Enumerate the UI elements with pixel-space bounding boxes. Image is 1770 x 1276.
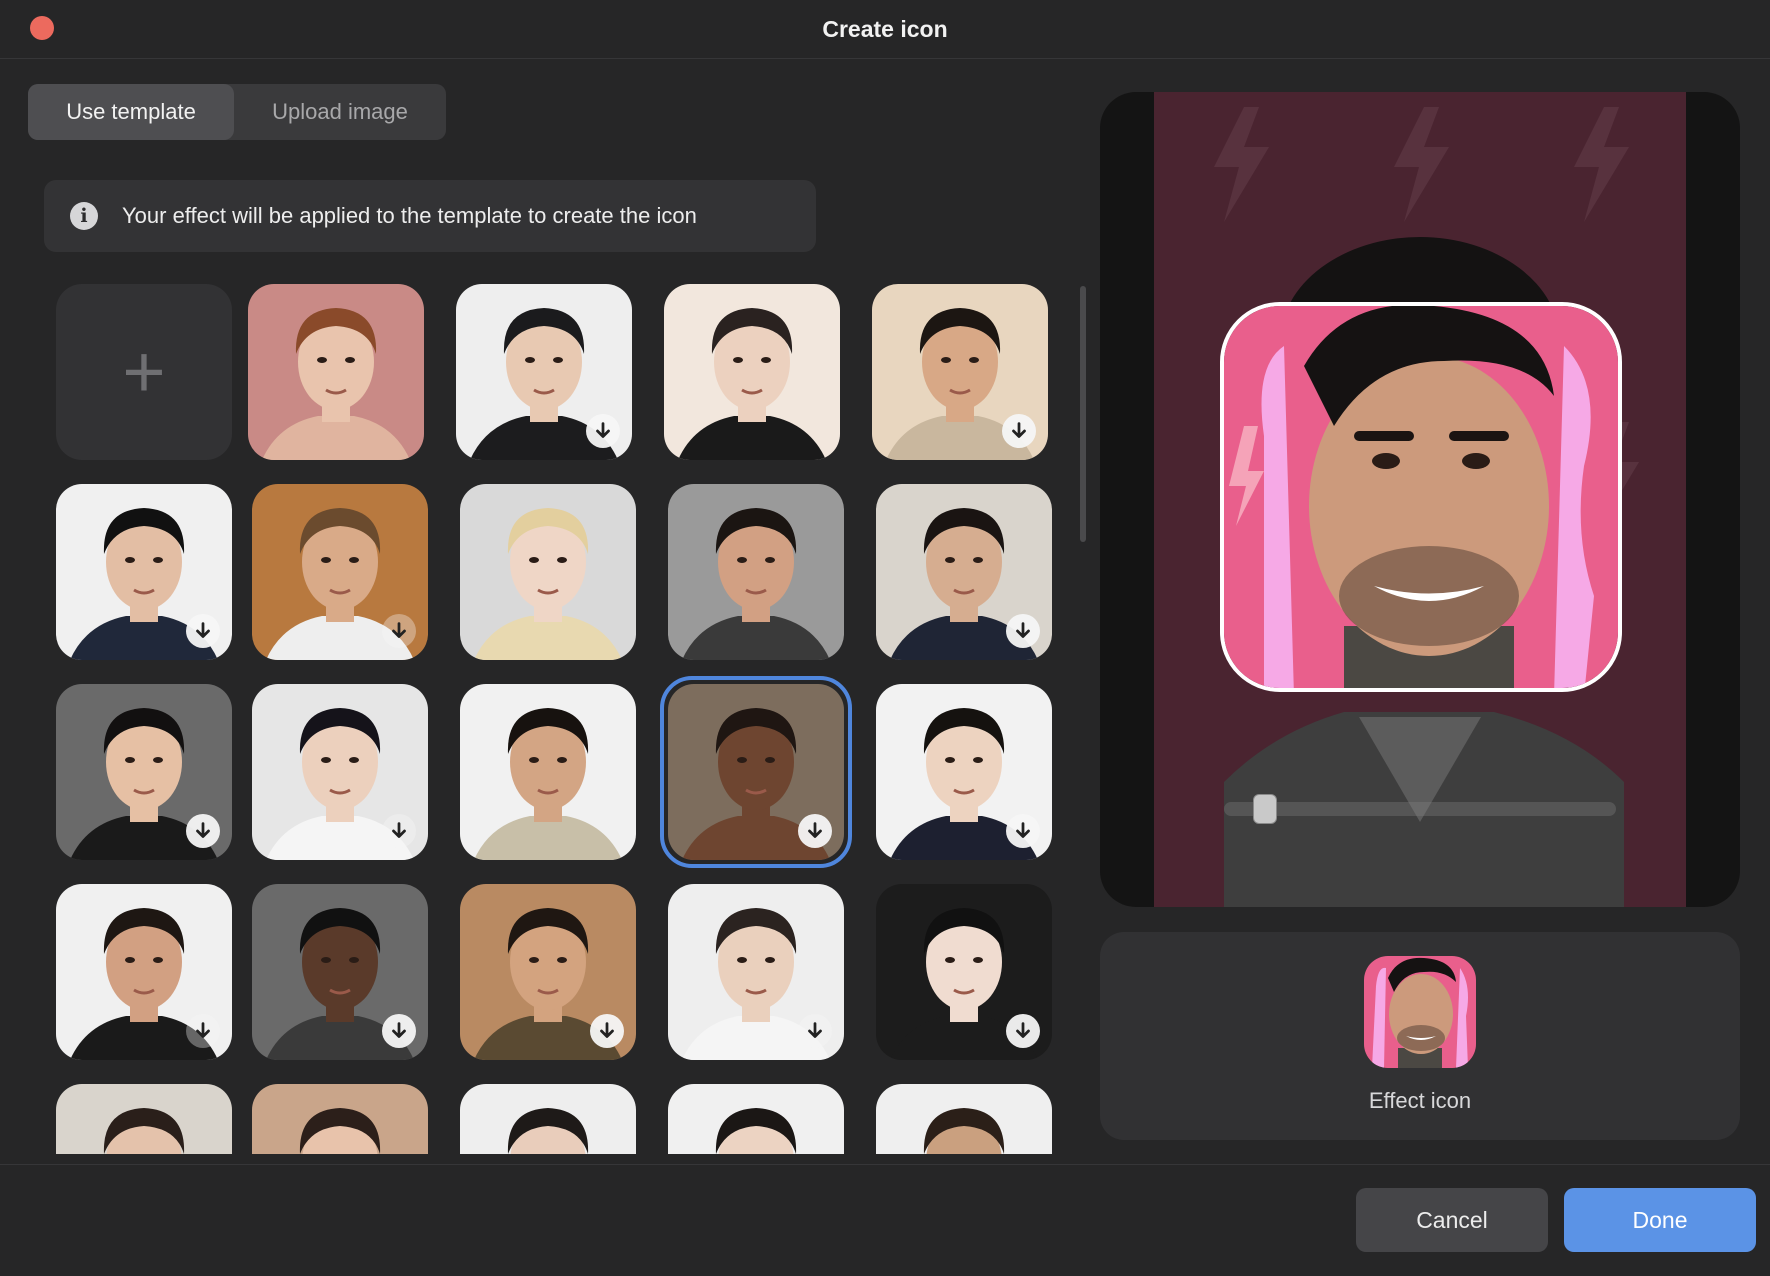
template-tile[interactable] [252,884,428,1060]
template-tile[interactable] [56,684,232,860]
template-portrait [668,1084,844,1154]
download-icon[interactable] [186,614,220,648]
zoom-slider-thumb[interactable] [1253,794,1278,824]
template-tile[interactable] [252,484,428,660]
template-tile[interactable] [252,1084,428,1154]
crop-frame[interactable] [1220,302,1622,692]
download-icon[interactable] [186,814,220,848]
template-portrait [876,1084,1052,1154]
preview-canvas [1100,92,1740,907]
template-tile[interactable] [872,284,1048,460]
template-tile[interactable] [876,1084,1052,1154]
template-grid: + [48,280,1068,1154]
info-icon: i [70,202,98,230]
template-tile[interactable] [252,684,428,860]
template-tile[interactable] [876,684,1052,860]
template-portrait [248,284,424,460]
download-icon[interactable] [1006,1014,1040,1048]
template-tile[interactable] [460,684,636,860]
info-text: Your effect will be applied to the templ… [122,203,697,228]
template-tile[interactable] [456,284,632,460]
template-tile[interactable] [56,484,232,660]
template-tile[interactable] [460,484,636,660]
template-portrait [460,1084,636,1154]
template-tile[interactable] [460,1084,636,1154]
template-tile[interactable] [248,284,424,460]
template-tile[interactable] [668,884,844,1060]
zoom-slider-track[interactable] [1224,802,1616,816]
template-tile[interactable] [56,884,232,1060]
download-icon[interactable] [382,614,416,648]
template-tile[interactable] [876,484,1052,660]
template-portrait [252,1084,428,1154]
template-tile[interactable] [668,1084,844,1154]
download-icon[interactable] [798,1014,832,1048]
template-portrait [668,484,844,660]
effect-icon-card: Effect icon [1100,932,1740,1140]
source-tabs: Use template Upload image [28,84,446,140]
template-portrait [664,284,840,460]
template-tile[interactable] [56,1084,232,1154]
template-tile[interactable] [668,484,844,660]
tab-use-template[interactable]: Use template [28,84,234,140]
download-icon[interactable] [1006,814,1040,848]
template-tile[interactable] [876,884,1052,1060]
effect-icon-label: Effect icon [1368,1088,1472,1113]
download-icon[interactable] [186,1014,220,1048]
download-icon[interactable] [1006,614,1040,648]
download-icon[interactable] [382,1014,416,1048]
template-tile[interactable] [664,284,840,460]
done-button[interactable]: Done [1564,1188,1756,1252]
add-template-button[interactable]: + [56,284,232,460]
selected-template-ring [660,676,852,868]
grid-scrollbar[interactable] [1080,286,1086,542]
template-portrait [460,484,636,660]
template-portrait [460,684,636,860]
download-icon[interactable] [586,414,620,448]
template-portrait [56,1084,232,1154]
tab-upload-image[interactable]: Upload image [234,84,446,140]
download-icon[interactable] [1002,414,1036,448]
effect-icon-thumbnail [1364,956,1476,1068]
template-tile[interactable] [460,884,636,1060]
info-banner: i Your effect will be applied to the tem… [44,180,816,252]
cropped-face [1224,306,1618,688]
plus-icon: + [122,330,166,413]
cancel-button[interactable]: Cancel [1356,1188,1548,1252]
window-title: Create icon [822,16,948,42]
footer-divider [0,1164,1770,1165]
download-icon[interactable] [590,1014,624,1048]
download-icon[interactable] [382,814,416,848]
title-bar: Create icon [0,0,1770,59]
